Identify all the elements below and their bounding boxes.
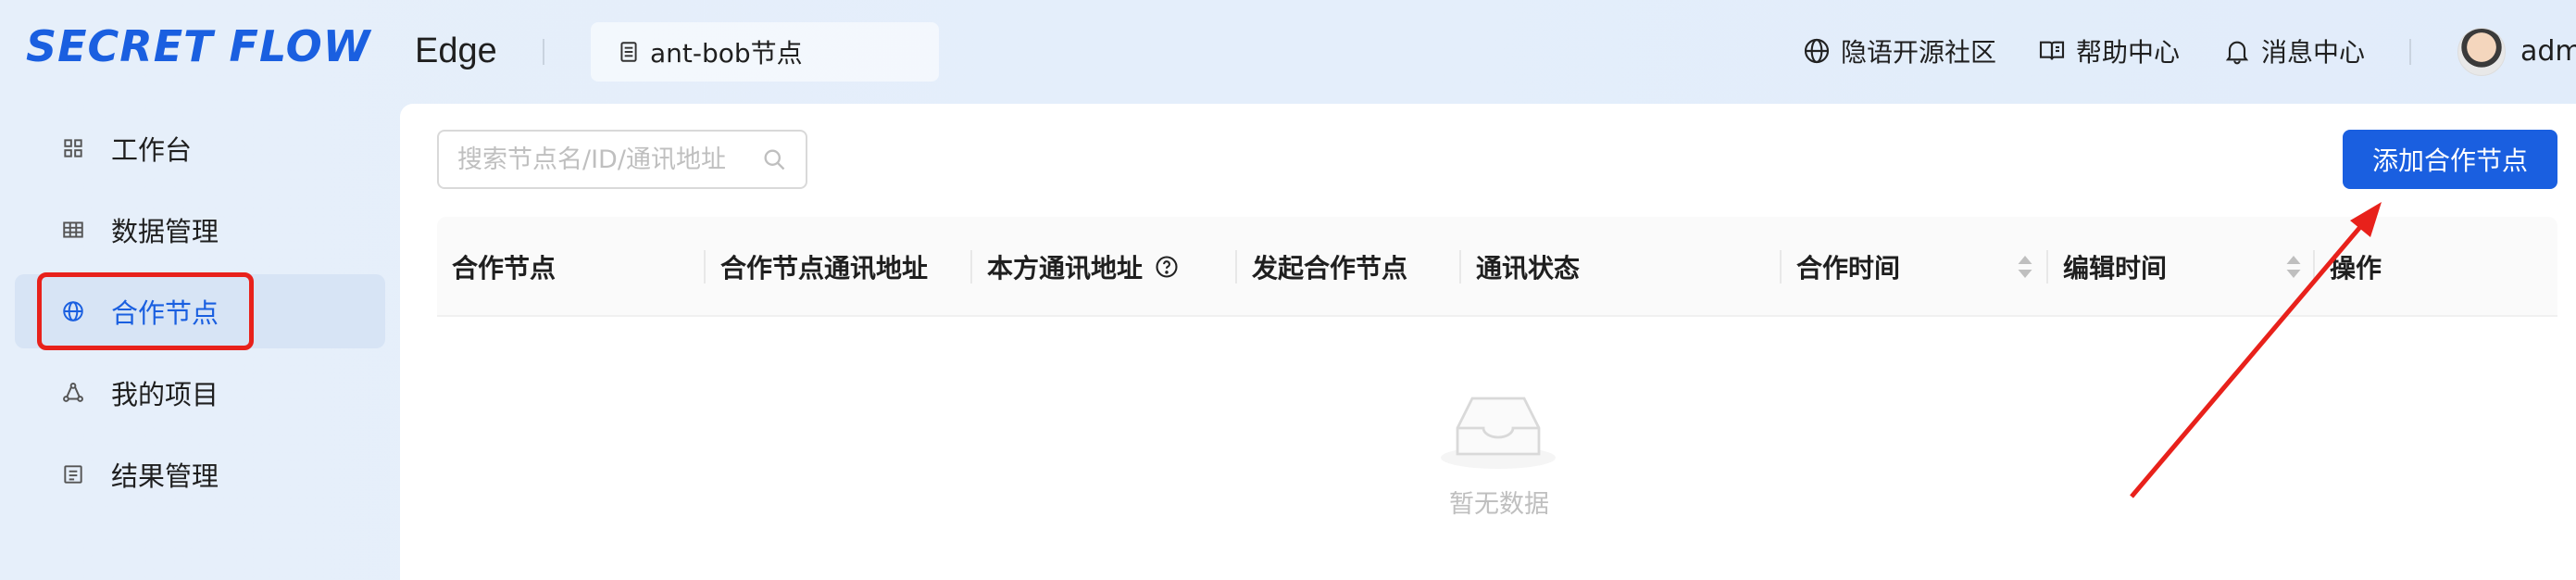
grid-icon (64, 139, 82, 158)
sidebar-item-projects[interactable]: 我的项目 (15, 356, 385, 430)
sidebar-item-data[interactable]: 数据管理 (15, 193, 385, 267)
table-icon (63, 221, 83, 238)
column-label: 合作节点 (452, 253, 556, 284)
sidebar-item-label: 我的项目 (111, 379, 219, 410)
empty-state-text: 暂无数据 (1449, 490, 1549, 519)
sidebar-item-label: 结果管理 (111, 460, 219, 492)
column-header-cooperation-time[interactable]: 合作时间 (1782, 217, 1900, 317)
list-icon (64, 465, 82, 484)
node-doc-icon (620, 42, 637, 62)
sort-icon[interactable] (2285, 253, 2302, 281)
community-link-label: 隐语开源社区 (1841, 37, 1997, 68)
header-divider-right (2409, 39, 2411, 65)
header-divider (543, 39, 544, 65)
column-label: 发起合作节点 (1252, 253, 1408, 284)
sidebar-item-workbench[interactable]: 工作台 (15, 111, 385, 185)
search-box[interactable] (437, 130, 807, 189)
message-center-label: 消息中心 (2261, 37, 2366, 68)
column-label: 合作节点通讯地址 (720, 253, 929, 284)
globe-icon (1804, 38, 1830, 64)
community-link[interactable]: 隐语开源社区 (1802, 28, 1996, 74)
message-center-link[interactable]: 消息中心 (2222, 28, 2365, 74)
column-header-self-address: 本方通讯地址 (972, 217, 1180, 317)
app-name: Edge (415, 32, 497, 70)
column-label: 编辑时间 (2063, 253, 2168, 284)
column-label: 通讯状态 (1476, 253, 1581, 284)
help-center-label: 帮助中心 (2076, 37, 2181, 68)
column-header-status: 通讯状态 (1461, 217, 1580, 317)
main-content: 添加合作节点 合作节点 合作节点通讯地址 本方通讯地址 发起合作节点 通讯状态 … (400, 104, 2576, 580)
avatar[interactable] (2457, 28, 2506, 76)
sidebar-item-label: 工作台 (111, 134, 193, 166)
annotation-highlight-box (37, 272, 254, 350)
column-header-partner-address: 合作节点通讯地址 (706, 217, 928, 317)
help-center-link[interactable]: 帮助中心 (2037, 28, 2180, 74)
help-circle-icon[interactable] (1154, 254, 1180, 280)
sidebar-item-label: 数据管理 (111, 216, 219, 247)
sidebar-item-results[interactable]: 结果管理 (15, 437, 385, 511)
bell-icon (2225, 41, 2249, 65)
empty-inbox-icon (1441, 397, 1556, 469)
node-selector-label: ant-bob节点 (650, 38, 803, 69)
column-header-initiator: 发起合作节点 (1237, 217, 1407, 317)
book-icon (2039, 41, 2065, 60)
search-input[interactable] (457, 145, 754, 174)
add-partner-node-button[interactable]: 添加合作节点 (2343, 130, 2557, 189)
column-label: 本方通讯地址 (987, 253, 1144, 284)
column-label: 操作 (2330, 253, 2382, 284)
sort-icon[interactable] (2017, 253, 2033, 281)
table-header: 合作节点 合作节点通讯地址 本方通讯地址 发起合作节点 通讯状态 合作时间 编辑… (437, 217, 2557, 317)
secretflow-logo[interactable]: SECRET FLOW (26, 19, 371, 74)
username[interactable]: adm (2520, 32, 2576, 72)
search-icon[interactable] (761, 146, 787, 172)
column-header-partner-node: 合作节点 (437, 217, 556, 317)
node-selector[interactable]: ant-bob节点 (591, 22, 939, 82)
column-header-actions: 操作 (2315, 217, 2382, 317)
column-header-edit-time[interactable]: 编辑时间 (2048, 217, 2167, 317)
top-bar: SECRET FLOW Edge ant-bob节点 隐语开源社区 帮助中心 消… (0, 0, 2576, 104)
column-label: 合作时间 (1796, 253, 1901, 284)
cycle-icon (63, 383, 83, 402)
